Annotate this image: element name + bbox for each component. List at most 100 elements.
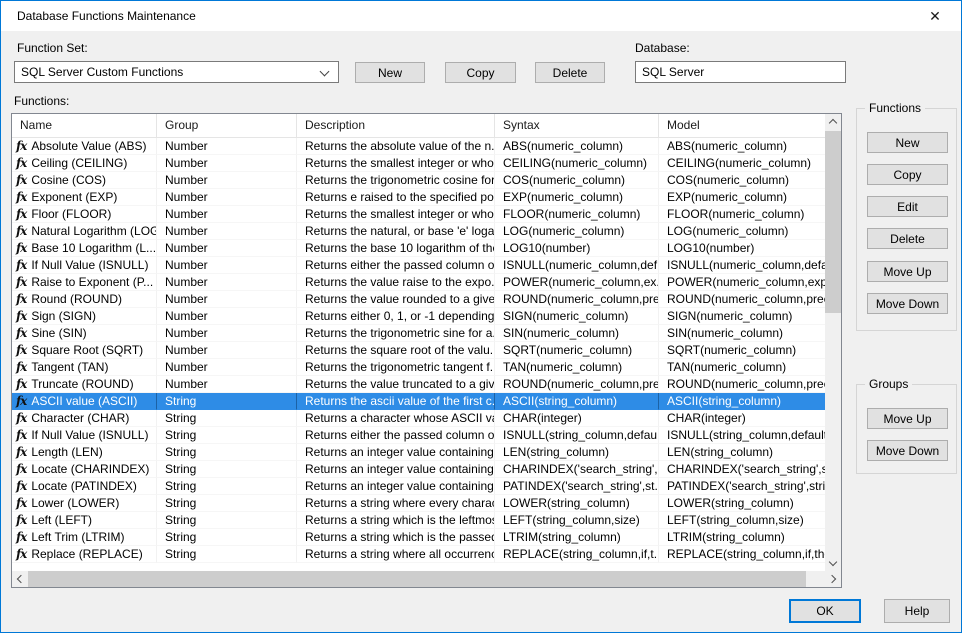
function-icon: fx bbox=[16, 207, 26, 221]
table-row[interactable]: fxLocate (PATINDEX)StringReturns an inte… bbox=[12, 478, 825, 495]
table-row[interactable]: fxLower (LOWER)StringReturns a string wh… bbox=[12, 495, 825, 512]
cell-name: fxCosine (COS) bbox=[12, 172, 157, 189]
cell-model: TAN(numeric_column) bbox=[659, 359, 825, 376]
group-move-up-button[interactable]: Move Up bbox=[867, 408, 948, 429]
table-row[interactable]: fxLeft Trim (LTRIM)StringReturns a strin… bbox=[12, 529, 825, 546]
cell-syntax: SIN(numeric_column) bbox=[495, 325, 659, 342]
cell-description: Returns the ascii value of the first c..… bbox=[297, 393, 495, 410]
function-move-down-button[interactable]: Move Down bbox=[867, 293, 948, 314]
scroll-left-icon[interactable] bbox=[12, 571, 28, 587]
function-icon: fx bbox=[16, 173, 26, 187]
function-name: Replace (REPLACE) bbox=[31, 547, 142, 561]
table-row[interactable]: fxCharacter (CHAR)StringReturns a charac… bbox=[12, 410, 825, 427]
table-row[interactable]: fxRound (ROUND)NumberReturns the value r… bbox=[12, 291, 825, 308]
scroll-down-icon[interactable] bbox=[825, 555, 841, 571]
table-row[interactable]: fxSine (SIN)NumberReturns the trigonomet… bbox=[12, 325, 825, 342]
cell-name: fxIf Null Value (ISNULL) bbox=[12, 427, 157, 444]
function-new-button[interactable]: New bbox=[867, 132, 948, 153]
group-move-down-button[interactable]: Move Down bbox=[867, 440, 948, 461]
function-delete-button[interactable]: Delete bbox=[867, 228, 948, 249]
horizontal-scrollbar[interactable] bbox=[12, 571, 841, 587]
table-row[interactable]: fxFloor (FLOOR)NumberReturns the smalles… bbox=[12, 206, 825, 223]
scroll-right-icon[interactable] bbox=[825, 571, 841, 587]
function-icon: fx bbox=[16, 156, 26, 170]
ok-button[interactable]: OK bbox=[789, 599, 861, 623]
function-name: Locate (PATINDEX) bbox=[31, 479, 137, 493]
scroll-up-icon[interactable] bbox=[825, 114, 841, 130]
table-row[interactable]: fxLength (LEN)StringReturns an integer v… bbox=[12, 444, 825, 461]
cell-syntax: TAN(numeric_column) bbox=[495, 359, 659, 376]
cell-model: LEFT(string_column,size) bbox=[659, 512, 825, 529]
function-name: Character (CHAR) bbox=[31, 411, 129, 425]
cell-group: String bbox=[157, 495, 297, 512]
table-row[interactable]: fxLeft (LEFT)StringReturns a string whic… bbox=[12, 512, 825, 529]
cell-name: fx Left (LEFT) bbox=[12, 512, 157, 529]
cell-model: LOWER(string_column) bbox=[659, 495, 825, 512]
table-row[interactable]: fxSquare Root (SQRT)NumberReturns the sq… bbox=[12, 342, 825, 359]
column-header-description[interactable]: Description bbox=[297, 114, 495, 138]
function-name: Raise to Exponent (P... bbox=[31, 275, 153, 289]
function-icon: fx bbox=[16, 258, 26, 272]
dialog-database-functions-maintenance: Database Functions Maintenance ✕ Functio… bbox=[0, 0, 962, 633]
cell-name: fxLocate (CHARINDEX) bbox=[12, 461, 157, 478]
cell-syntax: REPLACE(string_column,if,t... bbox=[495, 546, 659, 563]
cell-model: ROUND(numeric_column,precision) bbox=[659, 291, 825, 308]
table-row[interactable]: fxAbsolute Value (ABS)NumberReturns the … bbox=[12, 138, 825, 155]
cell-group: String bbox=[157, 529, 297, 546]
function-copy-button[interactable]: Copy bbox=[867, 164, 948, 185]
table-row[interactable]: fxCosine (COS)NumberReturns the trigonom… bbox=[12, 172, 825, 189]
function-icon: fx bbox=[16, 513, 26, 527]
cell-group: String bbox=[157, 512, 297, 529]
function-set-copy-button[interactable]: Copy bbox=[445, 62, 516, 83]
table-row[interactable]: fxReplace (REPLACE)StringReturns a strin… bbox=[12, 546, 825, 563]
table-row[interactable]: fxRaise to Exponent (P...NumberReturns t… bbox=[12, 274, 825, 291]
table-row[interactable]: fxNatural Logarithm (LOG)NumberReturns t… bbox=[12, 223, 825, 240]
table-row[interactable]: fxExponent (EXP)NumberReturns e raised t… bbox=[12, 189, 825, 206]
cell-description: Returns an integer value containing ... bbox=[297, 461, 495, 478]
table-row[interactable]: fxIf Null Value (ISNULL)NumberReturns ei… bbox=[12, 257, 825, 274]
table-row[interactable]: fxASCII value (ASCII)StringReturns the a… bbox=[12, 393, 825, 410]
function-icon: fx bbox=[16, 479, 26, 493]
table-row[interactable]: fxSign (SIGN)NumberReturns either 0, 1, … bbox=[12, 308, 825, 325]
column-header-syntax[interactable]: Syntax bbox=[495, 114, 659, 138]
table-row[interactable]: fxTangent (TAN)NumberReturns the trigono… bbox=[12, 359, 825, 376]
cell-syntax: ISNULL(string_column,defau... bbox=[495, 427, 659, 444]
table-row[interactable]: fxBase 10 Logarithm (L...NumberReturns t… bbox=[12, 240, 825, 257]
table-row[interactable]: fxIf Null Value (ISNULL)StringReturns ei… bbox=[12, 427, 825, 444]
function-name: Sign (SIGN) bbox=[31, 309, 96, 323]
cell-syntax: LOG10(number) bbox=[495, 240, 659, 257]
function-set-select[interactable]: SQL Server Custom Functions bbox=[14, 61, 339, 83]
cell-description: Returns the natural, or base 'e' loga... bbox=[297, 223, 495, 240]
function-set-new-button[interactable]: New bbox=[355, 62, 425, 83]
horizontal-scroll-thumb[interactable] bbox=[28, 571, 806, 587]
cell-name: fxBase 10 Logarithm (L... bbox=[12, 240, 157, 257]
function-icon: fx bbox=[16, 326, 26, 340]
table-row[interactable]: fxLocate (CHARINDEX)StringReturns an int… bbox=[12, 461, 825, 478]
cell-description: Returns the value rounded to a give... bbox=[297, 291, 495, 308]
function-icon: fx bbox=[16, 190, 26, 204]
function-edit-button[interactable]: Edit bbox=[867, 196, 948, 217]
function-set-delete-button[interactable]: Delete bbox=[535, 62, 605, 83]
cell-syntax: ABS(numeric_column) bbox=[495, 138, 659, 155]
help-button[interactable]: Help bbox=[884, 599, 950, 623]
cell-name: fxRaise to Exponent (P... bbox=[12, 274, 157, 291]
column-header-name[interactable]: Name bbox=[12, 114, 157, 138]
column-header-model[interactable]: Model bbox=[659, 114, 825, 138]
cell-name: fxIf Null Value (ISNULL) bbox=[12, 257, 157, 274]
cell-model: ASCII(string_column) bbox=[659, 393, 825, 410]
vertical-scrollbar[interactable] bbox=[825, 114, 841, 571]
column-header-group[interactable]: Group bbox=[157, 114, 297, 138]
function-move-up-button[interactable]: Move Up bbox=[867, 261, 948, 282]
cell-description: Returns an integer value containing ... bbox=[297, 444, 495, 461]
cell-model: ROUND(numeric_column,precisio... bbox=[659, 376, 825, 393]
database-field[interactable] bbox=[635, 61, 846, 83]
cell-name: fxASCII value (ASCII) bbox=[12, 393, 157, 410]
table-row[interactable]: fxTruncate (ROUND)NumberReturns the valu… bbox=[12, 376, 825, 393]
function-name: Truncate (ROUND) bbox=[31, 377, 133, 391]
close-icon[interactable]: ✕ bbox=[922, 1, 948, 31]
vertical-scroll-thumb[interactable] bbox=[825, 131, 841, 313]
groups-panel: Groups Move Up Move Down bbox=[856, 384, 957, 474]
function-name: If Null Value (ISNULL) bbox=[31, 428, 148, 442]
function-name: Left (LEFT) bbox=[31, 513, 92, 527]
table-row[interactable]: fxCeiling (CEILING)NumberReturns the sma… bbox=[12, 155, 825, 172]
